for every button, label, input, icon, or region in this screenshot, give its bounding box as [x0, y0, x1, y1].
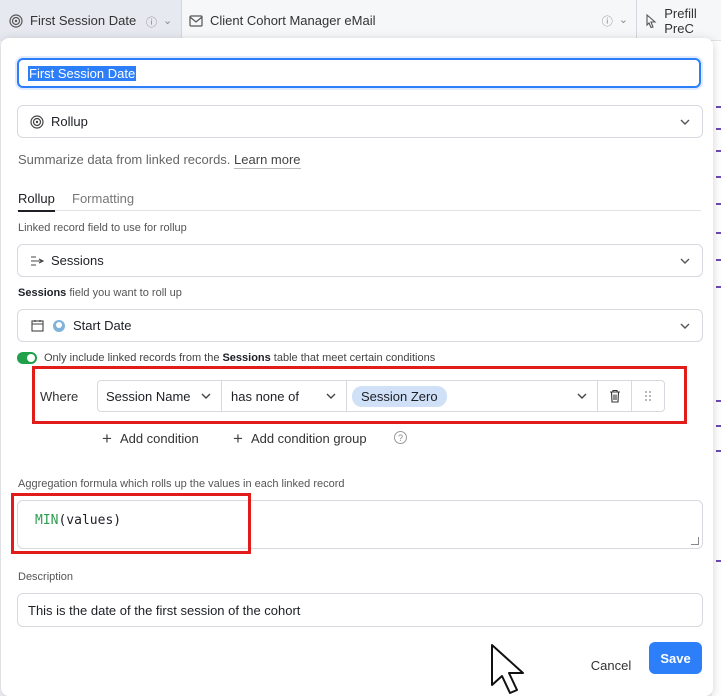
linked-field-select[interactable]: Sessions: [17, 244, 703, 277]
condition-where-label: Where: [40, 388, 79, 404]
grid-marker: [716, 128, 721, 130]
linked-field-value: Sessions: [51, 253, 104, 268]
linked-field-label: Linked record field to use for rollup: [18, 222, 187, 234]
help-icon[interactable]: ?: [394, 431, 407, 444]
tab-formatting[interactable]: Formatting: [72, 191, 134, 206]
field-type-label: Rollup: [51, 114, 88, 129]
cursor-click-icon: [643, 13, 658, 29]
lookup-icon: [51, 318, 67, 334]
grid-edge: [712, 41, 721, 696]
column-header-label: Client Cohort Manager eMail: [210, 13, 376, 28]
field-name-text: First Session Date: [28, 65, 137, 81]
rollup-icon: [8, 13, 24, 29]
conditions-toggle[interactable]: [17, 352, 37, 364]
grid-marker: [716, 176, 721, 178]
rollup-field-value: Start Date: [73, 318, 132, 333]
rollup-icon: [29, 114, 45, 130]
condition-field-select[interactable]: Session Name: [97, 380, 222, 412]
config-tabs: Rollup Formatting: [17, 189, 701, 212]
chevron-down-icon[interactable]: ⌄: [163, 14, 172, 30]
field-name-input[interactable]: First Session Date: [17, 58, 701, 88]
add-condition-group-button[interactable]: + Add condition group: [233, 429, 367, 448]
grid-marker: [716, 286, 721, 288]
chevron-down-icon: [577, 393, 587, 399]
calendar-icon: [29, 318, 45, 334]
chevron-down-icon: [326, 393, 336, 399]
email-icon: [188, 13, 204, 29]
condition-field-value: Session Name: [106, 388, 191, 404]
rollup-field-label-table: Sessions: [18, 287, 67, 299]
grid-header: First Session Date ⓘ ⌄ Client Cohort Mana…: [0, 0, 721, 41]
rollup-field-label-rest: field you want to roll up: [66, 287, 182, 299]
field-help-text: Summarize data from linked records. Lear…: [18, 152, 301, 169]
column-header-label: First Session Date: [30, 13, 137, 28]
plus-icon: +: [102, 429, 112, 448]
description-label: Description: [18, 571, 74, 583]
help-description: Summarize data from linked records.: [18, 152, 231, 167]
grid-marker: [716, 450, 721, 452]
column-header-cohort-manager-email[interactable]: Client Cohort Manager eMail ⓘ ⌄: [182, 0, 637, 41]
add-condition-group-label: Add condition group: [250, 431, 367, 446]
linked-record-icon: [29, 253, 45, 269]
condition-value-chip[interactable]: Session Zero: [352, 385, 447, 407]
chevron-down-icon: [680, 323, 690, 329]
toggle-text-pre: Only include linked records from the: [44, 352, 220, 364]
condition-toggle-row: Only include linked records from the Ses…: [17, 352, 435, 364]
chevron-down-icon: [680, 258, 690, 264]
rollup-field-label: Sessions field you want to roll up: [18, 287, 182, 299]
grid-marker: [716, 106, 721, 108]
grid-marker: [716, 232, 721, 234]
column-header-prefill[interactable]: Prefill PreC: [637, 0, 721, 41]
column-header-label: Prefill PreC: [664, 5, 697, 36]
description-input[interactable]: This is the date of the first session of…: [17, 593, 703, 627]
grid-marker: [716, 150, 721, 152]
field-config-panel: First Session Date Rollup Summarize data…: [1, 38, 713, 696]
save-button[interactable]: Save: [649, 642, 702, 674]
info-icon[interactable]: ⓘ: [602, 13, 613, 29]
rollup-field-select[interactable]: Start Date: [17, 309, 703, 342]
toggle-text-table: Sessions: [222, 352, 271, 364]
grid-marker: [716, 259, 721, 261]
column-header-controls: ⓘ ⌄: [146, 14, 172, 30]
tab-rollup[interactable]: Rollup: [18, 191, 55, 212]
learn-more-link[interactable]: Learn more: [234, 152, 301, 169]
mouse-cursor-icon: [491, 644, 524, 694]
description-text: This is the date of the first session of…: [28, 602, 301, 618]
formula-function: MIN: [35, 513, 59, 528]
add-condition-label: Add condition: [119, 431, 199, 446]
condition-operator-select[interactable]: has none of: [222, 380, 347, 412]
chevron-down-icon: [201, 393, 211, 399]
grid-marker: [716, 400, 721, 402]
grid-marker: [716, 203, 721, 205]
drag-handle[interactable]: [632, 380, 665, 412]
delete-condition-button[interactable]: [598, 380, 632, 412]
aggregation-label: Aggregation formula which rolls up the v…: [18, 478, 345, 490]
aggregation-formula-input[interactable]: MIN(values): [17, 500, 703, 549]
cancel-button[interactable]: Cancel: [586, 649, 636, 681]
formula-args: (values): [58, 513, 122, 528]
column-header-first-session-date[interactable]: First Session Date ⓘ ⌄: [0, 0, 182, 41]
info-icon[interactable]: ⓘ: [146, 14, 157, 30]
field-type-select[interactable]: Rollup: [17, 105, 703, 138]
add-condition-button[interactable]: + Add condition: [102, 429, 199, 448]
plus-icon: +: [233, 429, 243, 448]
chevron-down-icon[interactable]: ⌄: [619, 13, 628, 29]
column-header-controls: ⓘ ⌄: [602, 13, 628, 29]
condition-row: Where Session Name has none of Session Z…: [33, 380, 685, 412]
grid-marker: [716, 425, 721, 427]
resize-handle[interactable]: [691, 537, 699, 545]
chevron-down-icon: [680, 119, 690, 125]
drag-handle-icon: [645, 391, 651, 401]
grid-marker: [716, 560, 721, 562]
trash-icon: [609, 389, 620, 403]
condition-value-select[interactable]: Session Zero: [347, 380, 598, 412]
toggle-text-post: table that meet certain conditions: [273, 352, 436, 364]
condition-operator-value: has none of: [231, 388, 299, 404]
